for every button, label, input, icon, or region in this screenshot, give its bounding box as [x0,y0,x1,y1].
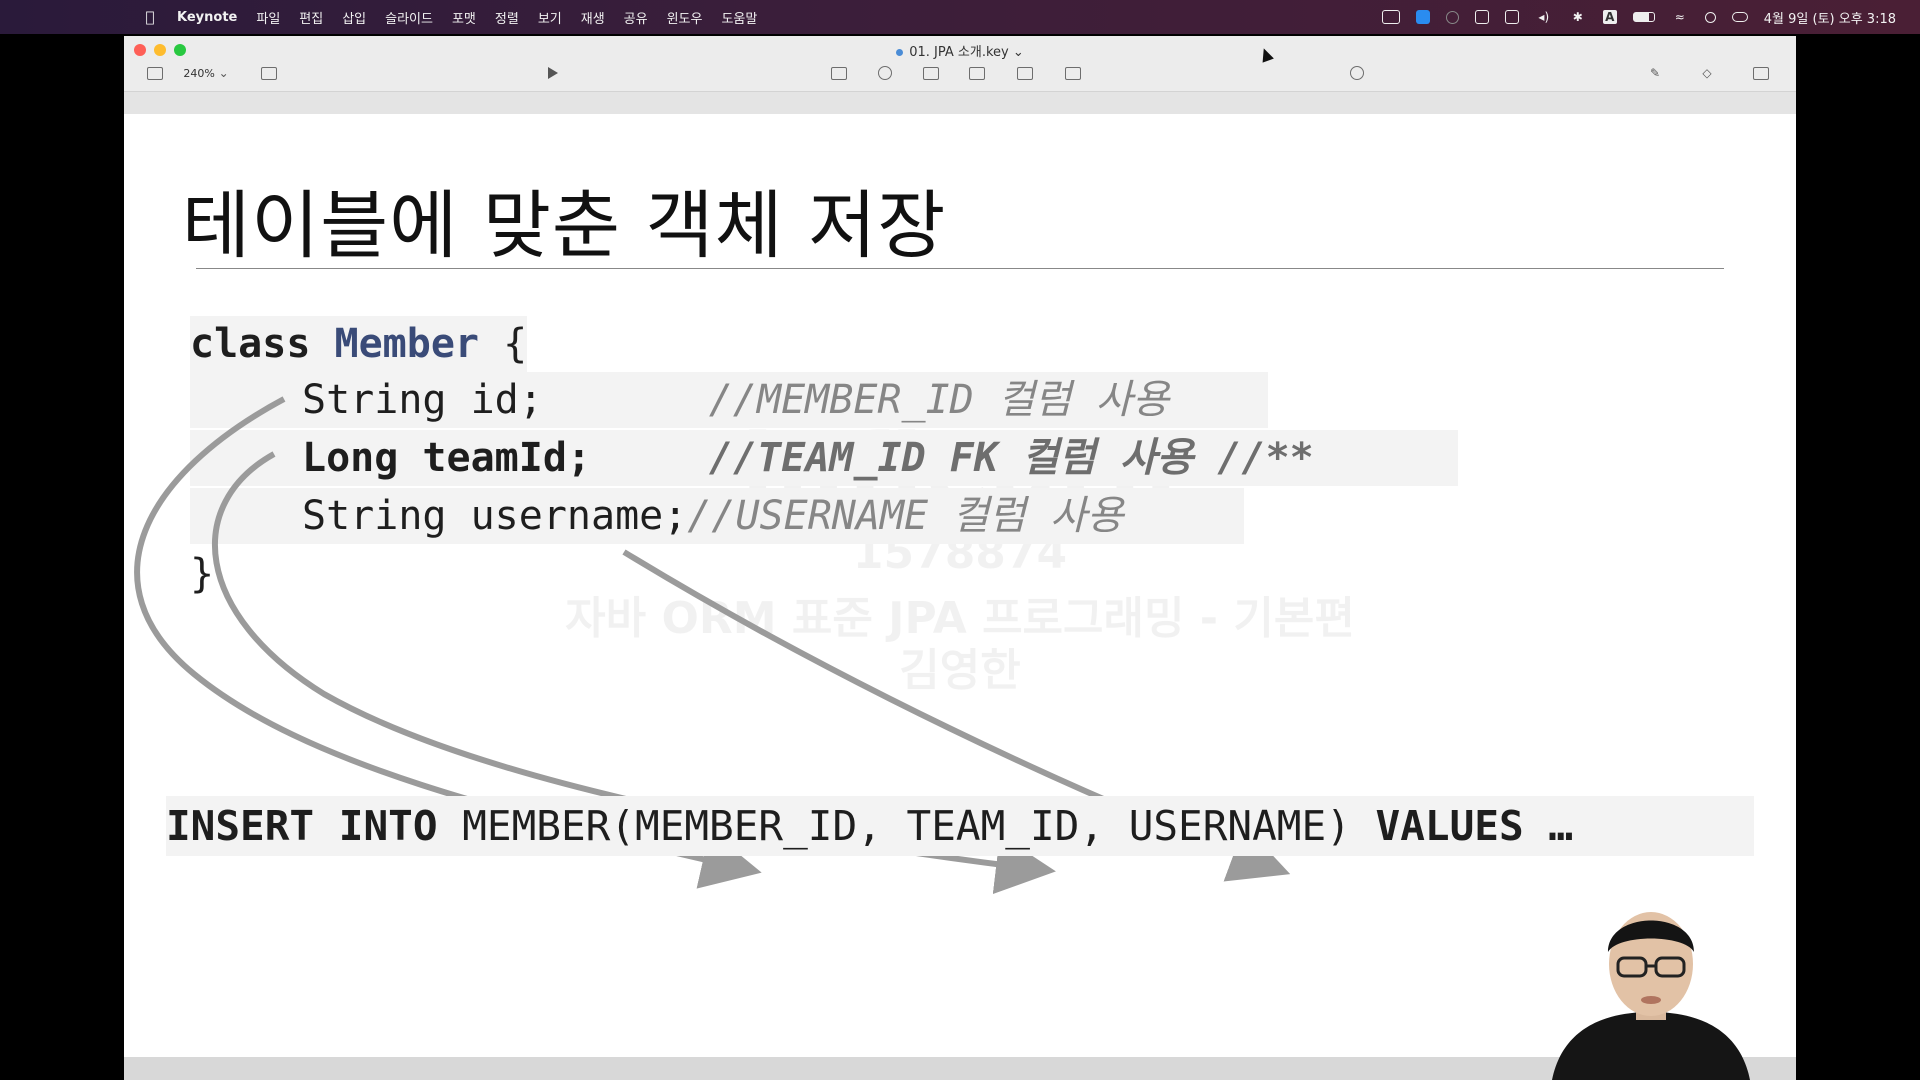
menu-insert[interactable]: 삽입 [342,8,366,27]
app-icon[interactable] [1415,10,1430,24]
slide-canvas[interactable]: inflearn 1578874 자바 ORM 표준 JPA 프로그래밍 - 기… [124,114,1796,1080]
apple-icon[interactable]:  [142,8,158,26]
add-slide-button[interactable] [258,63,280,83]
spotlight-icon[interactable] [1704,11,1716,23]
volume-icon[interactable]: ◂) [1535,10,1553,24]
menu-edit[interactable]: 편집 [299,8,323,27]
text-icon[interactable] [1474,10,1489,24]
menu-window[interactable]: 윈도우 [667,8,703,27]
add-slide-icon [261,66,277,80]
sidebar-icon [147,66,163,80]
watermark-author: 김영한 [899,645,1021,696]
menu-view[interactable]: 보기 [538,8,562,27]
title-divider [196,268,1724,269]
battery-icon[interactable] [1632,12,1655,22]
field-team-id: Long teamId; [302,435,591,481]
canvas-top-margin [124,92,1796,114]
menu-file[interactable]: 파일 [256,8,280,27]
field-username: String username; [302,493,688,539]
paintbrush-icon: ✎ [1649,66,1661,80]
shape-icon [969,66,985,80]
comment-team-id: //TEAM_ID FK 컬럼 사용 //** [708,435,1314,481]
watermark-course: 자바 ORM 표준 JPA 프로그래밍 - 기본편 [565,593,1355,644]
presenter-webcam [1552,900,1750,1080]
class-name: Member [334,321,480,367]
document-button[interactable] [1750,63,1772,83]
menubar-status: ◂) ✱ A ≈ 4월 9일 (토) 오후 3:18 [1381,0,1920,34]
menu-arrange[interactable]: 정렬 [495,8,519,27]
comment-member-id: //MEMBER_ID 컬럼 사용 [708,377,1170,423]
bluetooth-icon[interactable]: ✱ [1569,10,1587,24]
menubar-clock[interactable]: 4월 9일 (토) 오후 3:18 [1764,8,1896,27]
menu-app-name[interactable]: Keynote [177,10,237,25]
view-toggle-button[interactable] [144,63,166,83]
chevron-down-icon: ⌄ [218,66,229,80]
document-icon [1753,66,1769,80]
text-box-button[interactable] [920,63,942,83]
menu-play[interactable]: 재생 [581,8,605,27]
sql-insert-keyword: INSERT INTO [166,802,438,850]
keynote-window: 01. JPA 소개.key ⌄ 240% ⌄ ✎ ◇ inflearn 157… [124,36,1796,1080]
table-icon [831,66,847,80]
media-icon [1017,66,1033,80]
camera-icon[interactable] [1381,10,1400,24]
code-line-username: String username;//USERNAME 컬럼 사용 [190,488,1244,544]
media-button[interactable] [1014,63,1036,83]
presenter-image [1552,912,1750,1080]
sql-values-keyword: VALUES [1375,802,1524,850]
menubar-left:  Keynote 파일 편집 삽입 슬라이드 포맷 정렬 보기 재생 공유 윈… [0,8,757,27]
play-icon [548,67,558,79]
table-button[interactable] [828,63,850,83]
code-line-id: String id; //MEMBER_ID 컬럼 사용 [190,372,1268,428]
collaborate-button[interactable] [1346,63,1368,83]
doc-status-icon [896,49,904,56]
code-line-class: class Member { [190,316,528,372]
play-button[interactable] [542,63,564,83]
menu-slide[interactable]: 슬라이드 [385,8,433,27]
slide-title: 테이블에 맞춘 객체 저장 [182,183,947,269]
sql-columns: MEMBER(MEMBER_ID, TEAM_ID, USERNAME) [462,802,1351,850]
wifi-icon[interactable]: ≈ [1671,10,1689,24]
document-title[interactable]: 01. JPA 소개.key ⌄ [124,41,1796,60]
animate-button[interactable]: ◇ [1696,63,1718,83]
menubar:  Keynote 파일 편집 삽입 슬라이드 포맷 정렬 보기 재생 공유 윈… [0,0,1920,34]
canvas-bottom-margin [124,1057,1796,1080]
shape-button[interactable] [966,63,988,83]
text-box-icon [923,66,939,80]
sql-statement: INSERT INTO MEMBER(MEMBER_ID, TEAM_ID, U… [166,796,1754,856]
grid-icon[interactable] [1504,10,1519,24]
collaborate-icon [1350,66,1364,80]
format-button[interactable]: ✎ [1644,63,1666,83]
menu-share[interactable]: 공유 [624,8,648,27]
comment-button[interactable] [1062,63,1084,83]
menu-format[interactable]: 포맷 [452,8,476,27]
comment-icon [1065,66,1081,80]
input-source-icon[interactable]: A [1602,10,1617,24]
code-line-close: } [190,551,215,597]
control-center-icon[interactable] [1731,12,1748,22]
animate-icon: ◇ [1702,66,1712,80]
menu-help[interactable]: 도움말 [721,8,757,27]
titlebar: 01. JPA 소개.key ⌄ 240% ⌄ ✎ ◇ [124,36,1796,92]
chart-icon [878,66,892,80]
zoom-select[interactable]: 240% ⌄ [180,63,232,83]
comment-username: //USERNAME 컬럼 사용 [687,493,1124,539]
code-line-team-id: Long teamId; //TEAM_ID FK 컬럼 사용 //** [190,430,1458,486]
field-id: String id; [302,377,543,423]
chart-button[interactable] [874,63,896,83]
globe-icon[interactable] [1445,10,1459,24]
